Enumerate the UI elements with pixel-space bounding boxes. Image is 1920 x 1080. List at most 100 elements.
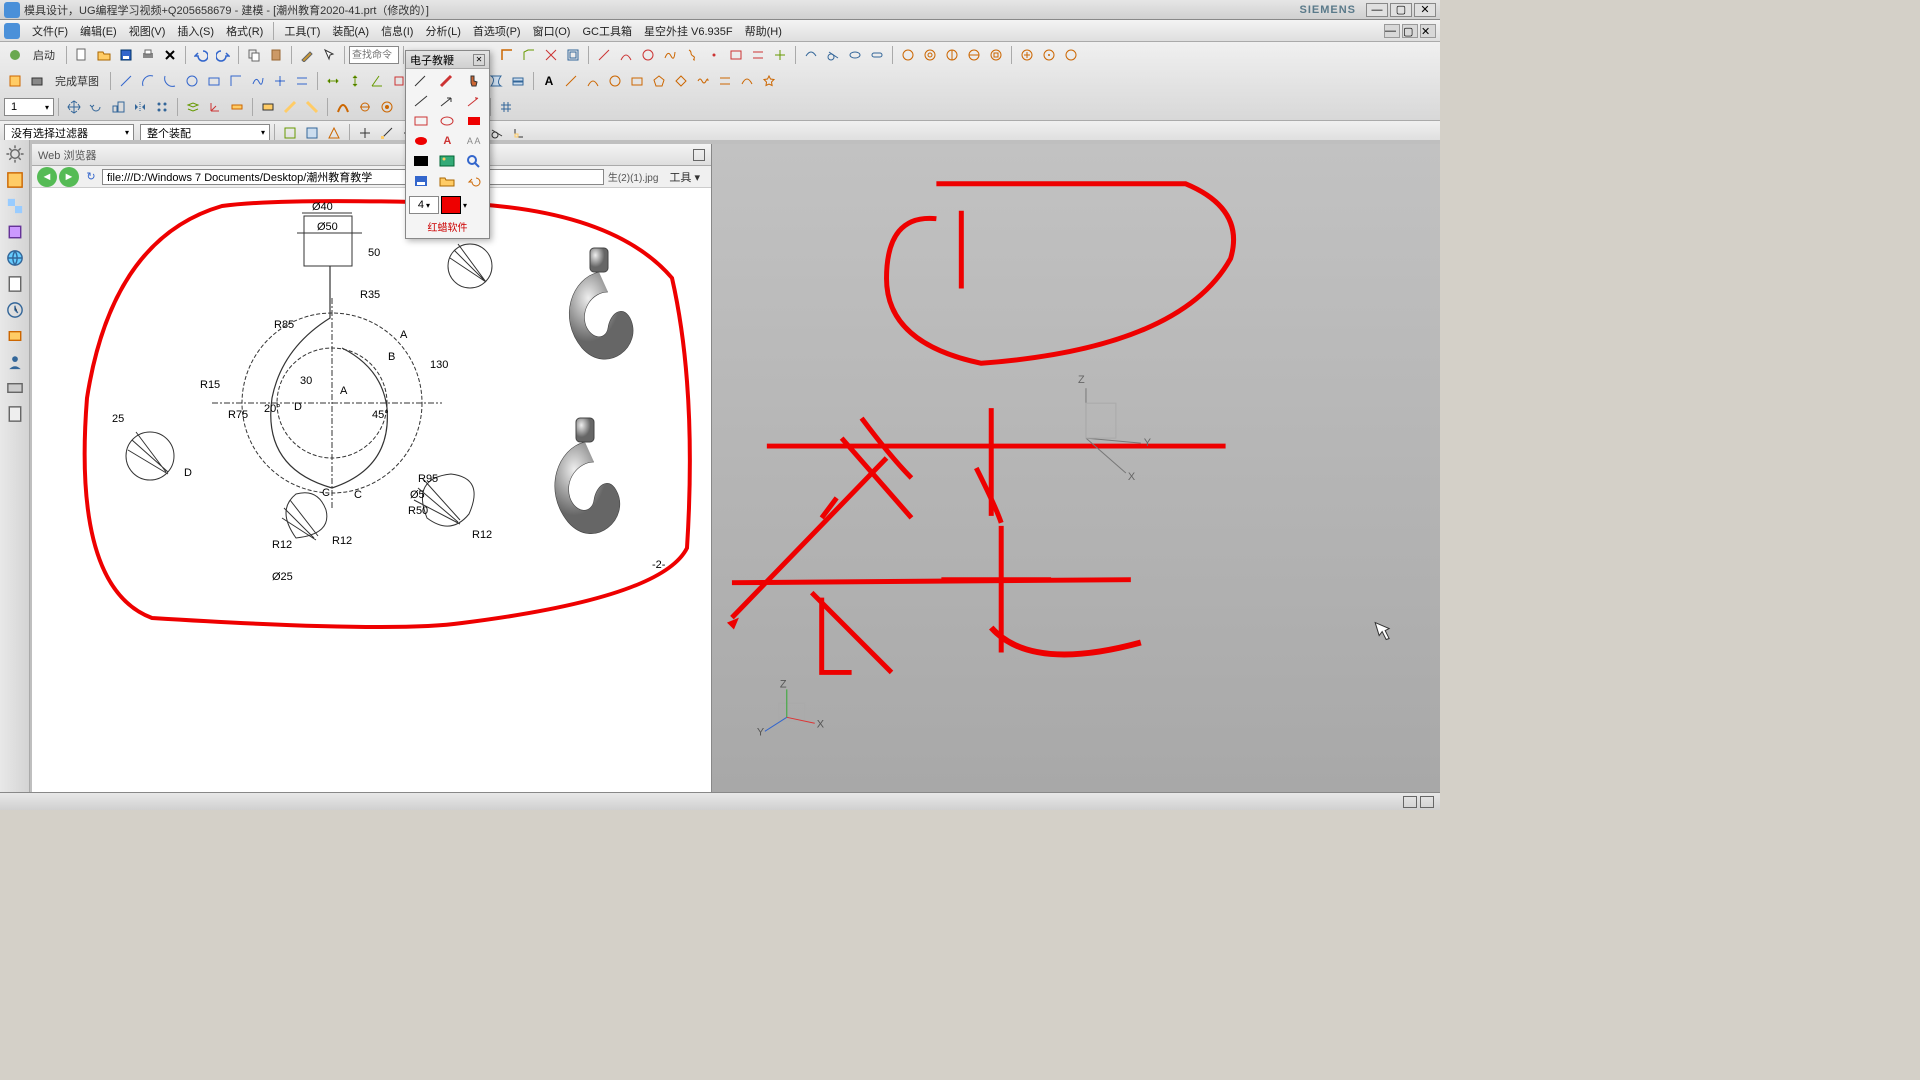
gear-icon[interactable] — [5, 144, 25, 164]
menu-assembly[interactable]: 装配(A) — [326, 21, 375, 41]
sk-line-icon[interactable] — [116, 71, 136, 91]
nav-doc-icon[interactable] — [5, 274, 25, 294]
refresh-button[interactable]: ↻ — [81, 167, 101, 187]
menu-plugin[interactable]: 星空外挂 V6.935F — [638, 21, 739, 41]
sketch-icon[interactable] — [5, 71, 25, 91]
meas-1-icon[interactable] — [258, 97, 278, 117]
helix-icon[interactable] — [682, 45, 702, 65]
move-icon[interactable] — [64, 97, 84, 117]
mirror-icon[interactable] — [130, 97, 150, 117]
undo-icon[interactable] — [191, 45, 211, 65]
open-icon[interactable] — [94, 45, 114, 65]
cylinder-icon[interactable] — [920, 45, 940, 65]
blackboard-icon[interactable] — [409, 152, 433, 170]
sphere-icon[interactable] — [898, 45, 918, 65]
new-icon[interactable] — [72, 45, 92, 65]
wcs-icon[interactable] — [205, 97, 225, 117]
scale-icon[interactable] — [108, 97, 128, 117]
menu-file[interactable]: 文件(F) — [26, 21, 74, 41]
layer-icon[interactable] — [183, 97, 203, 117]
color-arrow-icon[interactable]: ▾ — [463, 201, 467, 210]
undo-ann-icon[interactable] — [462, 172, 486, 190]
marker-icon[interactable] — [435, 72, 459, 90]
menu-gctools[interactable]: GC工具箱 — [576, 21, 638, 41]
annotation-palette[interactable]: 电子教鞭 ✕ A A A 4▾ ▾ 红蜡软件 — [405, 50, 490, 239]
print-icon[interactable] — [138, 45, 158, 65]
text-a-icon[interactable]: A — [435, 132, 459, 150]
fillet-icon[interactable] — [497, 45, 517, 65]
curve-rect-icon[interactable] — [627, 71, 647, 91]
ring-circle-icon[interactable] — [1061, 45, 1081, 65]
project-icon[interactable] — [770, 45, 790, 65]
image-insert-icon[interactable] — [435, 152, 459, 170]
meas-tan-icon[interactable] — [355, 97, 375, 117]
menu-edit[interactable]: 编辑(E) — [74, 21, 123, 41]
ellipse-tool-icon[interactable] — [845, 45, 865, 65]
open-ann-icon[interactable] — [435, 172, 459, 190]
circle-tool-icon[interactable] — [638, 45, 658, 65]
menu-tools[interactable]: 工具(T) — [278, 21, 326, 41]
dot-circle-icon[interactable] — [1039, 45, 1059, 65]
rotate-icon[interactable] — [86, 97, 106, 117]
back-button[interactable]: ◄ — [37, 167, 57, 187]
measure-icon[interactable] — [227, 97, 247, 117]
nav-history-icon[interactable] — [5, 300, 25, 320]
start-label[interactable]: 启动 — [26, 44, 62, 66]
curve-diamond-icon[interactable] — [671, 71, 691, 91]
sk-offset-icon[interactable] — [292, 71, 312, 91]
cone-icon[interactable] — [942, 45, 962, 65]
rect-fill-icon[interactable] — [462, 112, 486, 130]
assembly-combo[interactable]: 整个装配▾ — [140, 124, 270, 142]
dim-quick-icon[interactable] — [323, 71, 343, 91]
grid-icon[interactable] — [496, 97, 516, 117]
copy-icon[interactable] — [244, 45, 264, 65]
magnify-icon[interactable] — [462, 152, 486, 170]
rect-draw-icon[interactable] — [409, 112, 433, 130]
paste-icon[interactable] — [266, 45, 286, 65]
url-input[interactable]: file:///D:/Windows 7 Documents/Desktop/潮… — [102, 169, 604, 185]
mdi-minimize[interactable]: — — [1384, 24, 1400, 38]
drawing-viewport[interactable]: Ø40 Ø50 — [32, 188, 711, 792]
save-ann-icon[interactable] — [409, 172, 433, 190]
command-search-input[interactable] — [349, 46, 399, 64]
pencil-draw-icon[interactable] — [409, 72, 433, 90]
pointer-hand-icon[interactable] — [462, 72, 486, 90]
pattern-icon[interactable] — [152, 97, 172, 117]
tan-line-icon[interactable] — [823, 45, 843, 65]
tools-dropdown[interactable]: 工具 ▾ — [662, 166, 707, 188]
maximize-button[interactable]: ▢ — [1390, 3, 1412, 17]
nav-asm-icon[interactable] — [5, 196, 25, 216]
menu-prefs[interactable]: 首选项(P) — [467, 21, 527, 41]
start-icon[interactable] — [5, 45, 25, 65]
brush-icon[interactable] — [297, 45, 317, 65]
torus-icon[interactable] — [964, 45, 984, 65]
curve-line-icon[interactable] — [561, 71, 581, 91]
menu-view[interactable]: 视图(V) — [123, 21, 172, 41]
meas-arc-icon[interactable] — [333, 97, 353, 117]
palette-title-bar[interactable]: 电子教鞭 ✕ — [406, 51, 489, 69]
palette-close-button[interactable]: ✕ — [473, 54, 485, 66]
plus-circle-icon[interactable] — [1017, 45, 1037, 65]
pointer-icon[interactable] — [319, 45, 339, 65]
ellipse-draw-icon[interactable] — [435, 112, 459, 130]
menu-window[interactable]: 窗口(O) — [527, 21, 577, 41]
ellipse-fill-icon[interactable] — [409, 132, 433, 150]
curve-star-icon[interactable] — [759, 71, 779, 91]
forward-button[interactable]: ► — [59, 167, 79, 187]
spline-tool-icon[interactable] — [660, 45, 680, 65]
meas-3-icon[interactable] — [302, 97, 322, 117]
curve-arc-icon[interactable] — [583, 71, 603, 91]
nav-feature-icon[interactable] — [5, 222, 25, 242]
tan-arc-icon[interactable] — [801, 45, 821, 65]
arrow-draw-icon[interactable] — [435, 92, 459, 110]
nav-part-icon[interactable] — [5, 170, 25, 190]
point-tool-icon[interactable] — [704, 45, 724, 65]
sk-rect-icon[interactable] — [204, 71, 224, 91]
nav-clip-icon[interactable] — [5, 404, 25, 424]
trim-icon[interactable] — [541, 45, 561, 65]
nav-globe-icon[interactable] — [5, 248, 25, 268]
arrow2-icon[interactable] — [462, 92, 486, 110]
nav-hd-icon[interactable] — [5, 378, 25, 398]
chamfer-icon[interactable] — [519, 45, 539, 65]
mdi-close[interactable]: ✕ — [1420, 24, 1436, 38]
